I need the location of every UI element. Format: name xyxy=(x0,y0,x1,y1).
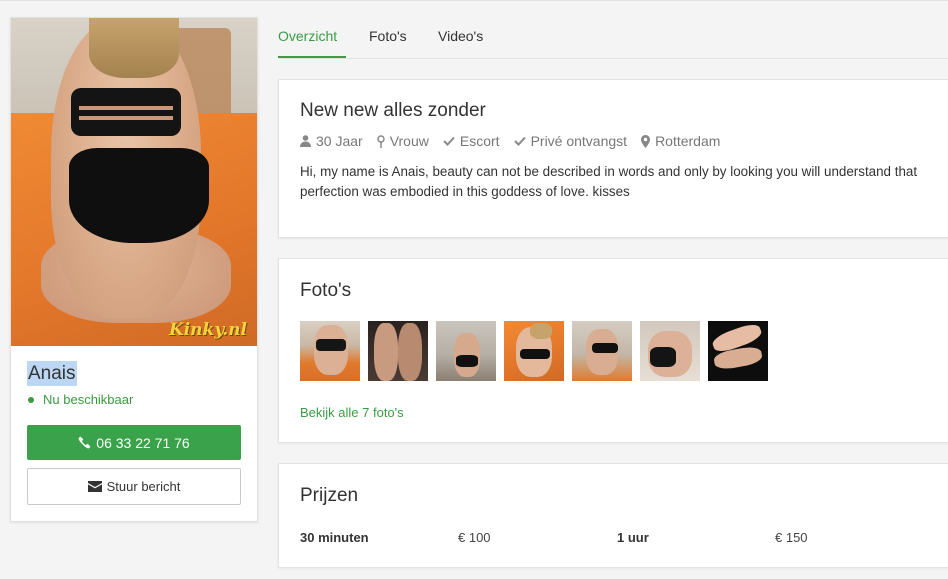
photo-thumbnail[interactable] xyxy=(572,321,632,381)
prices-title: Prijzen xyxy=(300,485,359,506)
price-value: € 150 xyxy=(775,530,808,545)
meta-private: Privé ontvangst xyxy=(513,133,627,149)
photo-thumbnail[interactable] xyxy=(368,321,428,381)
photo-watermark: Kinky.nl xyxy=(168,320,247,340)
prices-card: Prijzen 30 minuten € 100 1 uur € 150 xyxy=(278,463,948,568)
phone-icon xyxy=(78,436,91,449)
meta-age: 30 Jaar xyxy=(300,133,363,149)
envelope-icon xyxy=(87,481,102,492)
tab-videos[interactable]: Video's xyxy=(438,28,483,58)
photos-card: Foto's Bekijk alle 7 foto's xyxy=(278,258,948,443)
profile-name: Anais xyxy=(27,361,77,386)
profile-meta: 30 Jaar Vrouw Escort Privé ontvangst Rot… xyxy=(300,133,734,149)
profile-card: Kinky.nl Anais Nu beschikbaar 06 33 22 7… xyxy=(10,17,258,522)
intro-card: New new alles zonder 30 Jaar Vrouw Escor… xyxy=(278,79,948,238)
tab-overzicht[interactable]: Overzicht xyxy=(278,28,346,58)
photo-thumbnail[interactable] xyxy=(300,321,360,381)
profile-photo[interactable]: Kinky.nl xyxy=(11,18,257,346)
user-icon xyxy=(300,135,311,147)
photo-thumbnails xyxy=(300,321,776,381)
ad-title: New new alles zonder xyxy=(300,100,486,121)
photo-thumbnail[interactable] xyxy=(504,321,564,381)
price-value: € 100 xyxy=(458,530,491,545)
send-message-label: Stuur bericht xyxy=(106,479,181,494)
photos-title: Foto's xyxy=(300,280,352,301)
meta-gender: Vrouw xyxy=(376,133,429,149)
profile-tabs: Overzicht Foto's Video's xyxy=(278,0,948,59)
photo-thumbnail[interactable] xyxy=(640,321,700,381)
meta-escort: Escort xyxy=(443,133,500,149)
photo-thumbnail[interactable] xyxy=(708,321,768,381)
status-dot-icon xyxy=(28,396,34,403)
profile-description: Hi, my name is Anais, beauty can not be … xyxy=(300,164,918,199)
see-all-photos-link[interactable]: Bekijk alle 7 foto's xyxy=(300,405,404,420)
meta-location: Rotterdam xyxy=(641,133,720,149)
status-label: Nu beschikbaar xyxy=(43,392,134,407)
check-icon xyxy=(443,136,455,146)
phone-number: 06 33 22 71 76 xyxy=(96,434,190,451)
tab-fotos[interactable]: Foto's xyxy=(369,28,407,58)
price-label: 1 uur xyxy=(617,530,649,545)
gender-icon xyxy=(376,134,385,148)
map-marker-icon xyxy=(641,134,651,148)
call-button[interactable]: 06 33 22 71 76 xyxy=(27,425,241,460)
photo-thumbnail[interactable] xyxy=(436,321,496,381)
check-icon xyxy=(513,136,526,146)
send-message-button[interactable]: Stuur bericht xyxy=(27,468,241,505)
availability-status: Nu beschikbaar xyxy=(28,392,133,407)
price-label: 30 minuten xyxy=(300,530,369,545)
